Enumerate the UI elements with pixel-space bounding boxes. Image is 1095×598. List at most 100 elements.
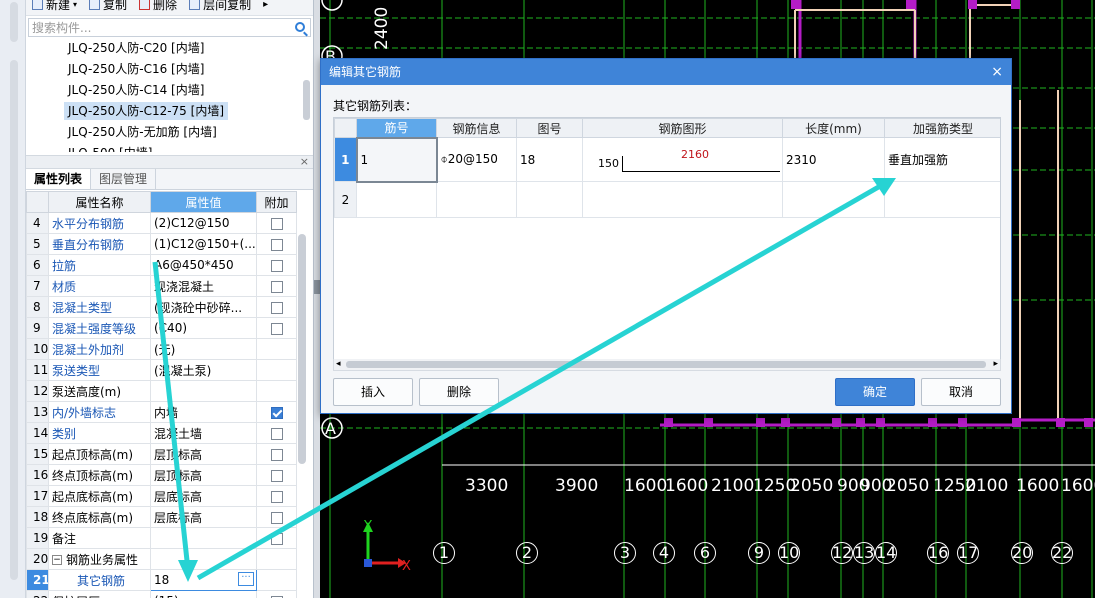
dialog-titlebar[interactable]: 编辑其它钢筋 ×	[321, 59, 1011, 85]
property-scrollbar[interactable]	[298, 234, 306, 464]
search-input[interactable]: 搜索构件...	[28, 18, 311, 37]
extra-checkbox[interactable]	[270, 280, 283, 293]
property-row[interactable]: 14 类别 混凝土墙	[26, 422, 297, 444]
property-row[interactable]: 9 混凝土强度等级 (C40)	[26, 317, 297, 339]
close-icon[interactable]: ×	[300, 155, 309, 168]
property-value[interactable]: 层底标高	[150, 506, 257, 528]
property-value[interactable]: 层底标高	[150, 485, 257, 507]
rebar-shape-cell[interactable]: 150 2160	[582, 137, 783, 182]
property-row[interactable]: 16 终点顶标高(m) 层顶标高	[26, 464, 297, 486]
rebar-row-number[interactable]: 1	[334, 137, 357, 182]
property-value[interactable]: 内墙	[150, 401, 257, 423]
rebar-length[interactable]	[782, 181, 885, 218]
property-value[interactable]: (C40)	[150, 317, 257, 339]
property-value[interactable]: 18 ···	[150, 569, 257, 591]
rebar-info[interactable]	[436, 181, 517, 218]
property-value[interactable]: (2)C12@150	[150, 212, 257, 234]
rebar-bar-number[interactable]: 1	[355, 136, 438, 183]
property-row[interactable]: 6 拉筋 A6@450*450	[26, 254, 297, 276]
extra-checkbox[interactable]	[270, 217, 283, 230]
property-row[interactable]: 17 起点底标高(m) 层底标高	[26, 485, 297, 507]
rebar-figure-number[interactable]: 18	[516, 137, 583, 182]
component-list-item[interactable]: JLQ-250人防-无加筋 [内墙]	[26, 122, 313, 143]
ellipsis-button[interactable]: ···	[238, 572, 254, 586]
property-row[interactable]: 19 备注	[26, 527, 297, 549]
property-value[interactable]: (混凝土泵)	[150, 359, 257, 381]
property-value[interactable]: 层顶标高	[150, 443, 257, 465]
property-row[interactable]: 7 材质 现浇混凝土	[26, 275, 297, 297]
extra-checkbox[interactable]	[270, 301, 283, 314]
ok-button[interactable]: 确定	[835, 378, 915, 406]
property-value[interactable]	[150, 548, 257, 570]
property-value[interactable]: (无)	[150, 338, 257, 360]
more-icon[interactable]: ▸	[263, 0, 268, 10]
scroll-left-icon[interactable]: ◂	[336, 359, 341, 369]
extra-checkbox[interactable]	[270, 322, 283, 335]
property-row[interactable]: 12 泵送高度(m)	[26, 380, 297, 402]
component-list-scrollbar[interactable]	[303, 80, 310, 120]
property-row[interactable]: 22保护层厚 (15)	[26, 590, 297, 598]
extra-checkbox[interactable]	[270, 259, 283, 272]
component-list-item[interactable]: JLQ-250人防-C20 [内墙]	[26, 38, 313, 59]
property-value[interactable]: (1)C12@150+(...	[150, 233, 257, 255]
dialog-close-icon[interactable]: ×	[991, 59, 1003, 85]
rebar-column-header[interactable]: 钢筋图形	[582, 118, 783, 138]
rebar-column-header[interactable]: 筋号	[356, 118, 437, 138]
property-value[interactable]: (现浇砼中砂碎...	[150, 296, 257, 318]
rebar-column-header[interactable]: 图号	[516, 118, 583, 138]
property-value[interactable]: A6@450*450	[150, 254, 257, 276]
rebar-figure-number[interactable]	[516, 181, 583, 218]
rebar-reinforce-type[interactable]	[884, 181, 1000, 218]
extra-checkbox[interactable]	[270, 490, 283, 503]
extra-checkbox[interactable]	[270, 427, 283, 440]
floor-copy-button[interactable]: 层间复制	[189, 0, 251, 13]
extra-checkbox[interactable]	[270, 406, 283, 419]
property-value[interactable]: (15)	[150, 590, 257, 598]
component-list-item[interactable]: JLQ-250人防-C14 [内墙]	[26, 80, 313, 101]
component-list-item[interactable]: JLQ-250人防-C16 [内墙]	[26, 59, 313, 80]
extra-checkbox[interactable]	[270, 469, 283, 482]
property-row[interactable]: 15 起点顶标高(m) 层顶标高	[26, 443, 297, 465]
scroll-right-icon[interactable]: ▸	[993, 359, 998, 369]
insert-button[interactable]: 插入	[333, 378, 413, 406]
property-row[interactable]: 20− 钢筋业务属性	[26, 548, 297, 570]
property-value[interactable]	[150, 527, 257, 549]
property-value[interactable]: 层顶标高	[150, 464, 257, 486]
rebar-column-header[interactable]: 长度(mm)	[782, 118, 885, 138]
rebar-info[interactable]: ⌽20@150	[436, 137, 517, 182]
tab-property-list[interactable]: 属性列表	[26, 169, 92, 189]
collapse-minus-icon[interactable]: −	[52, 555, 62, 565]
property-value[interactable]	[150, 380, 257, 402]
property-row[interactable]: 21 其它钢筋 18 ···	[26, 569, 297, 591]
rebar-grid-hscrollbar[interactable]: ◂ ▸	[333, 359, 1001, 371]
property-row[interactable]: 11 泵送类型 (混凝土泵)	[26, 359, 297, 381]
extra-checkbox[interactable]	[270, 448, 283, 461]
rebar-column-header[interactable]: 加强筋类型	[884, 118, 1000, 138]
hscroll-thumb[interactable]	[346, 361, 986, 368]
search-icon[interactable]	[295, 22, 305, 32]
property-value[interactable]: 混凝土墙	[150, 422, 257, 444]
property-row[interactable]: 4 水平分布钢筋 (2)C12@150	[26, 212, 297, 234]
new-button[interactable]: 新建 ▾	[32, 0, 77, 13]
property-value[interactable]: 现浇混凝土	[150, 275, 257, 297]
tab-layer-management[interactable]: 图层管理	[91, 169, 157, 189]
rebar-column-header[interactable]: 钢筋信息	[436, 118, 517, 138]
extra-checkbox[interactable]	[270, 238, 283, 251]
property-row[interactable]: 8 混凝土类型 (现浇砼中砂碎...	[26, 296, 297, 318]
property-row[interactable]: 10 混凝土外加剂 (无)	[26, 338, 297, 360]
extra-checkbox[interactable]	[270, 532, 283, 545]
delete-button[interactable]: 删除	[139, 0, 177, 13]
left-strip-scroll-top[interactable]	[10, 2, 18, 42]
rebar-length[interactable]: 2310	[782, 137, 885, 182]
property-row[interactable]: 5 垂直分布钢筋 (1)C12@150+(...	[26, 233, 297, 255]
extra-checkbox[interactable]	[270, 511, 283, 524]
component-list-item[interactable]: JLQ-500 [内墙]	[26, 143, 313, 152]
delete-row-button[interactable]: 删除	[419, 378, 499, 406]
rebar-row[interactable]: 1 1 ⌽20@150 18 150 2160 2310 垂直加强筋	[334, 136, 1000, 183]
property-row[interactable]: 13 内/外墙标志 内墙	[26, 401, 297, 423]
copy-button[interactable]: 复制	[89, 0, 127, 13]
rebar-bar-number[interactable]	[356, 181, 437, 218]
rebar-reinforce-type[interactable]: 垂直加强筋	[884, 137, 1000, 182]
rebar-shape-cell[interactable]	[582, 181, 783, 218]
rebar-row-number[interactable]: 2	[334, 181, 357, 218]
